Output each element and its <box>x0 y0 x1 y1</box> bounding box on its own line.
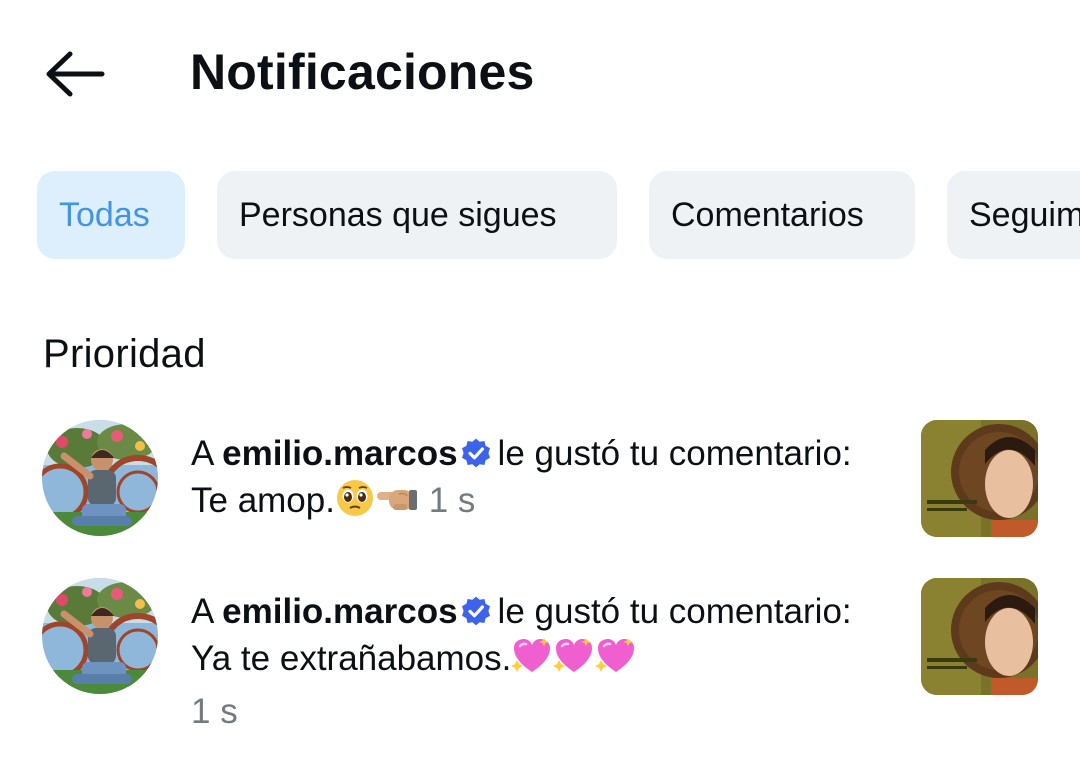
post-thumbnail[interactable] <box>921 420 1038 537</box>
sparkling-heart-emoji <box>511 636 553 688</box>
section-title-prioridad: Prioridad <box>43 332 206 376</box>
notification-prefix: A <box>191 434 213 473</box>
verified-badge-icon <box>461 596 490 626</box>
back-button[interactable] <box>38 44 110 104</box>
post-thumbnail[interactable] <box>921 578 1038 695</box>
sparkling-heart-emoji <box>553 636 595 688</box>
page-title: Notificaciones <box>190 44 535 100</box>
notification-action: le gustó tu comentario: <box>497 434 852 473</box>
comment-text: Te amop. <box>191 481 335 520</box>
tab-comentarios[interactable]: Comentarios <box>649 171 915 259</box>
notification-prefix: A <box>191 592 213 631</box>
timestamp: 1 s <box>428 481 476 520</box>
pleading-face-emoji <box>335 478 375 530</box>
notification-item[interactable]: A emilio.marcos le gustó tu comentario: T… <box>0 420 1080 540</box>
tab-todas[interactable]: Todas <box>37 171 185 259</box>
leftwards-hand-emoji <box>375 478 419 530</box>
header: Notificaciones <box>0 0 1080 150</box>
comment-text: Ya te extrañabamos. <box>191 639 512 678</box>
sparkling-heart-emoji <box>595 636 637 688</box>
tab-personas-que-sigues[interactable]: Personas que sigues <box>217 171 617 259</box>
tab-seguimientos[interactable]: Seguimientos <box>947 171 1080 259</box>
filter-tabs: Todas Personas que sigues Comentarios Se… <box>37 171 1080 261</box>
avatar[interactable] <box>42 578 158 694</box>
verified-badge-icon <box>461 438 490 468</box>
arrow-left-icon <box>46 51 105 97</box>
timestamp: 1 s <box>191 692 238 731</box>
notification-text: A emilio.marcos le gustó tu comentario: T… <box>191 430 891 530</box>
username-link[interactable]: emilio.marcos <box>222 592 457 631</box>
username-link[interactable]: emilio.marcos <box>222 434 457 473</box>
notification-text: A emilio.marcos le gustó tu comentario: Y… <box>191 588 891 735</box>
avatar[interactable] <box>42 420 158 536</box>
notification-item[interactable]: A emilio.marcos le gustó tu comentario: Y… <box>0 578 1080 731</box>
notification-action: le gustó tu comentario: <box>497 592 852 631</box>
